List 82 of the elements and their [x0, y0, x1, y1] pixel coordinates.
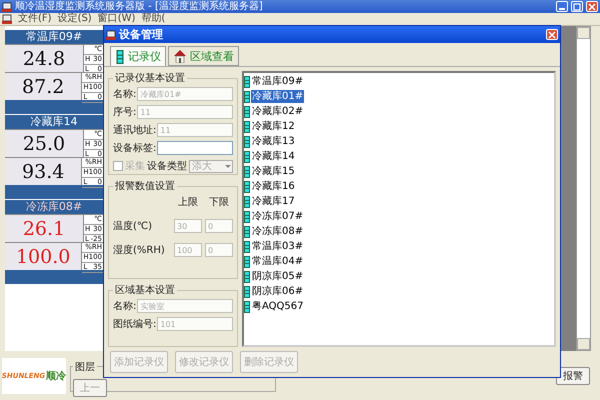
scrollbar[interactable]: [576, 26, 591, 351]
house-icon: [173, 49, 187, 63]
text-field[interactable]: [157, 141, 233, 155]
device-icon: [244, 300, 250, 312]
app-icon: [2, 2, 12, 12]
device-icon: [244, 106, 250, 118]
list-item[interactable]: 冷藏库13: [251, 135, 296, 148]
list-item[interactable]: 冷藏库01#: [251, 90, 304, 103]
sensor-name: 冷藏库14: [30, 115, 78, 129]
reading-value: 24.8: [5, 45, 83, 72]
menu-item[interactable]: 文件(F): [18, 13, 52, 25]
reading-value: 26.1: [5, 215, 83, 242]
device-icon: [244, 196, 250, 208]
field-label: 湿度(%RH): [113, 244, 166, 257]
column-header: 上限: [177, 196, 199, 209]
device-icon: [244, 166, 250, 178]
field-label: 设备标签:: [113, 142, 156, 155]
device-icon: [244, 256, 250, 268]
field-label: 通讯地址:: [113, 124, 156, 137]
list-item[interactable]: 冷藏库17: [251, 195, 296, 208]
list-item[interactable]: 冷冻库08#: [251, 225, 304, 238]
list-item[interactable]: 粤AQQ567: [251, 300, 304, 313]
field-label: 名称:: [113, 300, 136, 314]
group-title: 报警数值设置: [114, 180, 176, 193]
sensor-name: 常温库09#: [24, 30, 84, 44]
reading-value: 93.4: [5, 158, 82, 185]
close-button[interactable]: [586, 1, 598, 12]
field-label: 名称:: [113, 88, 136, 101]
minimize-button[interactable]: [556, 1, 568, 12]
maximize-button[interactable]: [571, 1, 583, 12]
menu-item[interactable]: 窗口(W): [98, 13, 136, 25]
app-icon: [2, 14, 12, 24]
field-label: 设备类型: [147, 160, 187, 173]
field-label: 序号:: [113, 106, 136, 119]
list-item[interactable]: 冷藏库02#: [251, 105, 304, 118]
field-label: 图纸编号:: [113, 318, 156, 332]
device-icon: [244, 180, 250, 192]
group-title: 记录仪基本设置: [114, 72, 186, 85]
column-header: 下限: [208, 196, 230, 209]
list-item[interactable]: 冷藏库15: [251, 165, 296, 178]
close-button[interactable]: [546, 29, 558, 40]
device-icon: [244, 120, 250, 132]
group-title: 图层: [74, 360, 96, 374]
device-icon: [244, 76, 250, 88]
group-title: 区域基本设置: [114, 284, 176, 298]
device-icon: [244, 150, 250, 162]
window-title: 顺冷温湿度监测系统服务器版 - [温湿度监测系统服务器]: [15, 0, 264, 12]
device-icon: [244, 136, 250, 148]
device-icon: [244, 90, 250, 102]
tab[interactable]: 记录仪: [110, 46, 166, 66]
checkbox-label: 采集: [125, 160, 145, 173]
list-item[interactable]: 冷藏库16: [251, 180, 296, 193]
list-item[interactable]: 冷藏库14: [251, 150, 296, 163]
menu-item[interactable]: 帮助(: [141, 13, 166, 25]
dialog-title: 设备管理: [119, 27, 164, 42]
list-item[interactable]: 常温库03#: [251, 240, 304, 253]
device-icon: [244, 270, 250, 282]
reading-value: 25.0: [5, 130, 83, 157]
field-label: 温度(℃): [113, 220, 154, 233]
list-item[interactable]: 常温库09#: [251, 75, 304, 88]
device-icon: [115, 50, 125, 64]
list-item[interactable]: 阴凉库06#: [251, 285, 304, 298]
app-icon: [106, 30, 116, 40]
minimize-icon: [559, 8, 565, 10]
list-item[interactable]: 冷冻库07#: [251, 210, 304, 223]
sensor-name: 冷冻库08#: [24, 200, 84, 214]
reading-value: 87.2: [5, 73, 82, 100]
close-icon: [548, 30, 556, 38]
dropdown-arrow-icon: [224, 162, 232, 170]
device-icon: [244, 210, 250, 222]
device-icon: [244, 286, 250, 298]
list-item[interactable]: 冷藏库12: [251, 120, 296, 133]
menu-item[interactable]: 设定(S): [58, 13, 92, 25]
maximize-icon: [573, 2, 581, 10]
list-item[interactable]: 阴凉库05#: [251, 270, 304, 283]
device-icon: [244, 226, 250, 238]
tab[interactable]: 区域查看: [168, 46, 239, 66]
alarm-button[interactable]: 报警: [556, 366, 590, 384]
reading-value: 100.0: [5, 243, 82, 270]
close-icon: [588, 2, 596, 10]
list-item[interactable]: 常温库04#: [251, 255, 304, 268]
device-icon: [244, 240, 250, 252]
